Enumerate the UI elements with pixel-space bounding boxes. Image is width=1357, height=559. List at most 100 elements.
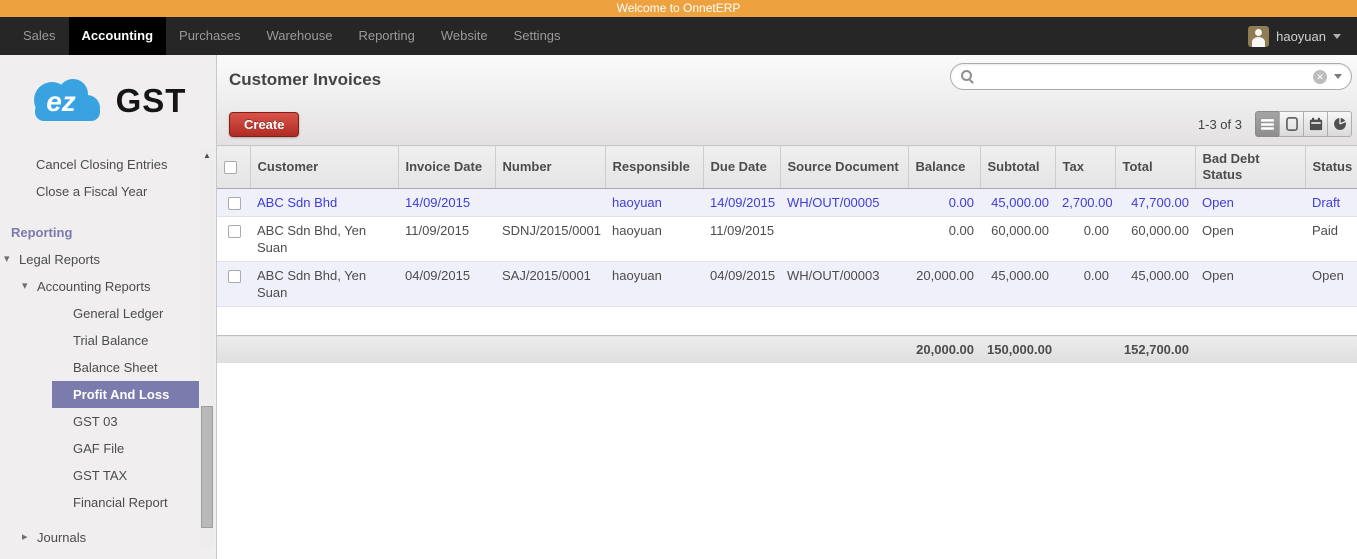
empty-cell — [217, 306, 1357, 336]
sidebar-item-cancel-closing-entries[interactable]: Cancel Closing Entries — [0, 151, 216, 178]
caret-down-icon[interactable]: ▾ — [22, 279, 28, 294]
nav-item-settings[interactable]: Settings — [501, 17, 574, 55]
table-row[interactable]: ABC Sdn Bhd 14/09/2015 haoyuan 14/09/2015 WH… — [217, 188, 1357, 217]
cell-due-date[interactable]: 11/09/2015 — [703, 216, 780, 262]
scrollbar-thumb[interactable] — [201, 406, 213, 528]
cell-invoice-date[interactable]: 04/09/2015 — [398, 261, 495, 307]
cell-customer[interactable]: ABC Sdn Bhd, Yen Suan — [250, 216, 398, 262]
scroll-up-icon[interactable]: ▲ — [200, 149, 214, 163]
nav-item-reporting[interactable]: Reporting — [345, 17, 427, 55]
sidebar-item-financial-report[interactable]: Financial Report — [0, 489, 216, 516]
cell-subtotal[interactable]: 45,000.00 — [980, 261, 1055, 307]
row-checkbox-cell — [217, 261, 250, 307]
sidebar-item-legal-reports[interactable]: ▾ Legal Reports — [0, 246, 216, 273]
sidebar-item-label: GST TAX — [73, 468, 128, 483]
nav-item-sales[interactable]: Sales — [10, 17, 69, 55]
column-header-status[interactable]: Status — [1305, 145, 1357, 189]
cell-bad-debt-status[interactable]: Open — [1195, 216, 1305, 262]
nav-item-website[interactable]: Website — [428, 17, 501, 55]
search-dropdown-icon[interactable] — [1334, 74, 1342, 79]
cell-customer[interactable]: ABC Sdn Bhd, Yen Suan — [250, 261, 398, 307]
column-header-tax[interactable]: Tax — [1055, 145, 1116, 189]
cell-balance[interactable]: 0.00 — [908, 216, 980, 262]
row-checkbox[interactable] — [227, 225, 241, 239]
nav-item-warehouse[interactable]: Warehouse — [253, 17, 345, 55]
cell-number[interactable]: SAJ/2015/0001 — [495, 261, 605, 307]
sidebar-scrollbar[interactable]: ▲ — [200, 149, 214, 549]
sidebar-item-journals[interactable]: ▸ Journals — [0, 524, 216, 551]
sidebar-item-gst-tax[interactable]: GST TAX — [0, 462, 216, 489]
search-clear-icon[interactable]: ✕ — [1313, 69, 1327, 84]
column-header-source-document[interactable]: Source Document — [780, 145, 909, 189]
column-header-bad-debt-status[interactable]: Bad Debt Status — [1195, 145, 1306, 189]
column-header-number[interactable]: Number — [495, 145, 606, 189]
cell-status[interactable]: Open — [1305, 261, 1357, 307]
sidebar-item-gst-03[interactable]: GST 03 — [0, 408, 216, 435]
cell-number[interactable] — [495, 188, 605, 217]
cell-invoice-date[interactable]: 14/09/2015 — [398, 188, 495, 217]
cell-source-document[interactable] — [780, 216, 908, 262]
search-input[interactable] — [981, 69, 1313, 84]
sidebar-item-balance-sheet[interactable]: Balance Sheet — [0, 354, 216, 381]
list-view-button[interactable] — [1255, 111, 1280, 137]
column-header-customer[interactable]: Customer — [250, 145, 399, 189]
cell-due-date[interactable]: 04/09/2015 — [703, 261, 780, 307]
graph-view-button[interactable] — [1327, 111, 1352, 137]
cell-total[interactable]: 47,700.00 — [1115, 188, 1195, 217]
cell-due-date[interactable]: 14/09/2015 — [703, 188, 780, 217]
table-row[interactable]: ABC Sdn Bhd, Yen Suan 11/09/2015 SDNJ/2015… — [217, 216, 1357, 262]
sidebar-item-profit-and-loss[interactable]: Profit And Loss — [52, 381, 199, 408]
sidebar-item-accounting-reports[interactable]: ▾ Accounting Reports — [0, 273, 216, 300]
cell-tax[interactable]: 0.00 — [1055, 216, 1115, 262]
create-button[interactable]: Create — [229, 111, 300, 137]
column-header-balance[interactable]: Balance — [908, 145, 981, 189]
select-all-checkbox-cell — [217, 145, 251, 189]
cell-total[interactable]: 60,000.00 — [1115, 216, 1195, 262]
column-header-responsible[interactable]: Responsible — [605, 145, 704, 189]
cell-source-document[interactable]: WH/OUT/00003 — [780, 261, 908, 307]
user-menu[interactable]: haoyuan — [1248, 17, 1357, 55]
cell-number[interactable]: SDNJ/2015/0001 — [495, 216, 605, 262]
cell-subtotal[interactable]: 60,000.00 — [980, 216, 1055, 262]
column-header-due-date[interactable]: Due Date — [703, 145, 781, 189]
select-all-checkbox[interactable] — [224, 161, 237, 175]
cell-invoice-date[interactable]: 11/09/2015 — [398, 216, 495, 262]
cell-balance[interactable]: 20,000.00 — [908, 261, 980, 307]
cell-subtotal[interactable]: 45,000.00 — [980, 188, 1055, 217]
user-avatar-icon — [1248, 25, 1270, 47]
search-box[interactable]: ✕ — [950, 63, 1352, 90]
cell-bad-debt-status[interactable]: Open — [1195, 261, 1305, 307]
form-view-button[interactable] — [1279, 111, 1304, 137]
cell-customer[interactable]: ABC Sdn Bhd — [250, 188, 398, 217]
nav-item-accounting[interactable]: Accounting — [68, 17, 167, 55]
cell-balance[interactable]: 0.00 — [908, 188, 980, 217]
cell-status[interactable]: Paid — [1305, 216, 1357, 262]
cell-responsible[interactable]: haoyuan — [605, 261, 703, 307]
cloud-logo-icon: ez — [33, 79, 100, 121]
calendar-view-button[interactable] — [1303, 111, 1328, 137]
column-header-invoice-date[interactable]: Invoice Date — [398, 145, 496, 189]
cell-bad-debt-status[interactable]: Open — [1195, 188, 1305, 217]
cell-tax[interactable]: 0.00 — [1055, 261, 1115, 307]
sidebar-item-close-a-fiscal-year[interactable]: Close a Fiscal Year — [0, 178, 216, 205]
caret-right-icon[interactable]: ▸ — [22, 530, 28, 545]
row-checkbox[interactable] — [227, 197, 241, 211]
cell-responsible[interactable]: haoyuan — [605, 216, 703, 262]
content-area: ez GST Cancel Closing Entries Close a Fis… — [0, 55, 1357, 559]
row-checkbox[interactable] — [227, 270, 241, 284]
cell-source-document[interactable]: WH/OUT/00005 — [780, 188, 908, 217]
sidebar-item-label: Accounting Reports — [37, 279, 151, 294]
cell-total[interactable]: 45,000.00 — [1115, 261, 1195, 307]
column-header-subtotal[interactable]: Subtotal — [980, 145, 1056, 189]
cell-status[interactable]: Draft — [1305, 188, 1357, 217]
sidebar-item-label: General Ledger — [73, 306, 164, 321]
nav-item-purchases[interactable]: Purchases — [166, 17, 253, 55]
sidebar-item-general-ledger[interactable]: General Ledger — [0, 300, 216, 327]
table-row[interactable]: ABC Sdn Bhd, Yen Suan 04/09/2015 SAJ/2015/… — [217, 261, 1357, 307]
sidebar-item-gaf-file[interactable]: GAF File — [0, 435, 216, 462]
caret-down-icon[interactable]: ▾ — [4, 252, 10, 267]
cell-responsible[interactable]: haoyuan — [605, 188, 703, 217]
column-header-total[interactable]: Total — [1115, 145, 1196, 189]
sidebar-item-trial-balance[interactable]: Trial Balance — [0, 327, 216, 354]
cell-tax[interactable]: 2,700.00 — [1055, 188, 1115, 217]
